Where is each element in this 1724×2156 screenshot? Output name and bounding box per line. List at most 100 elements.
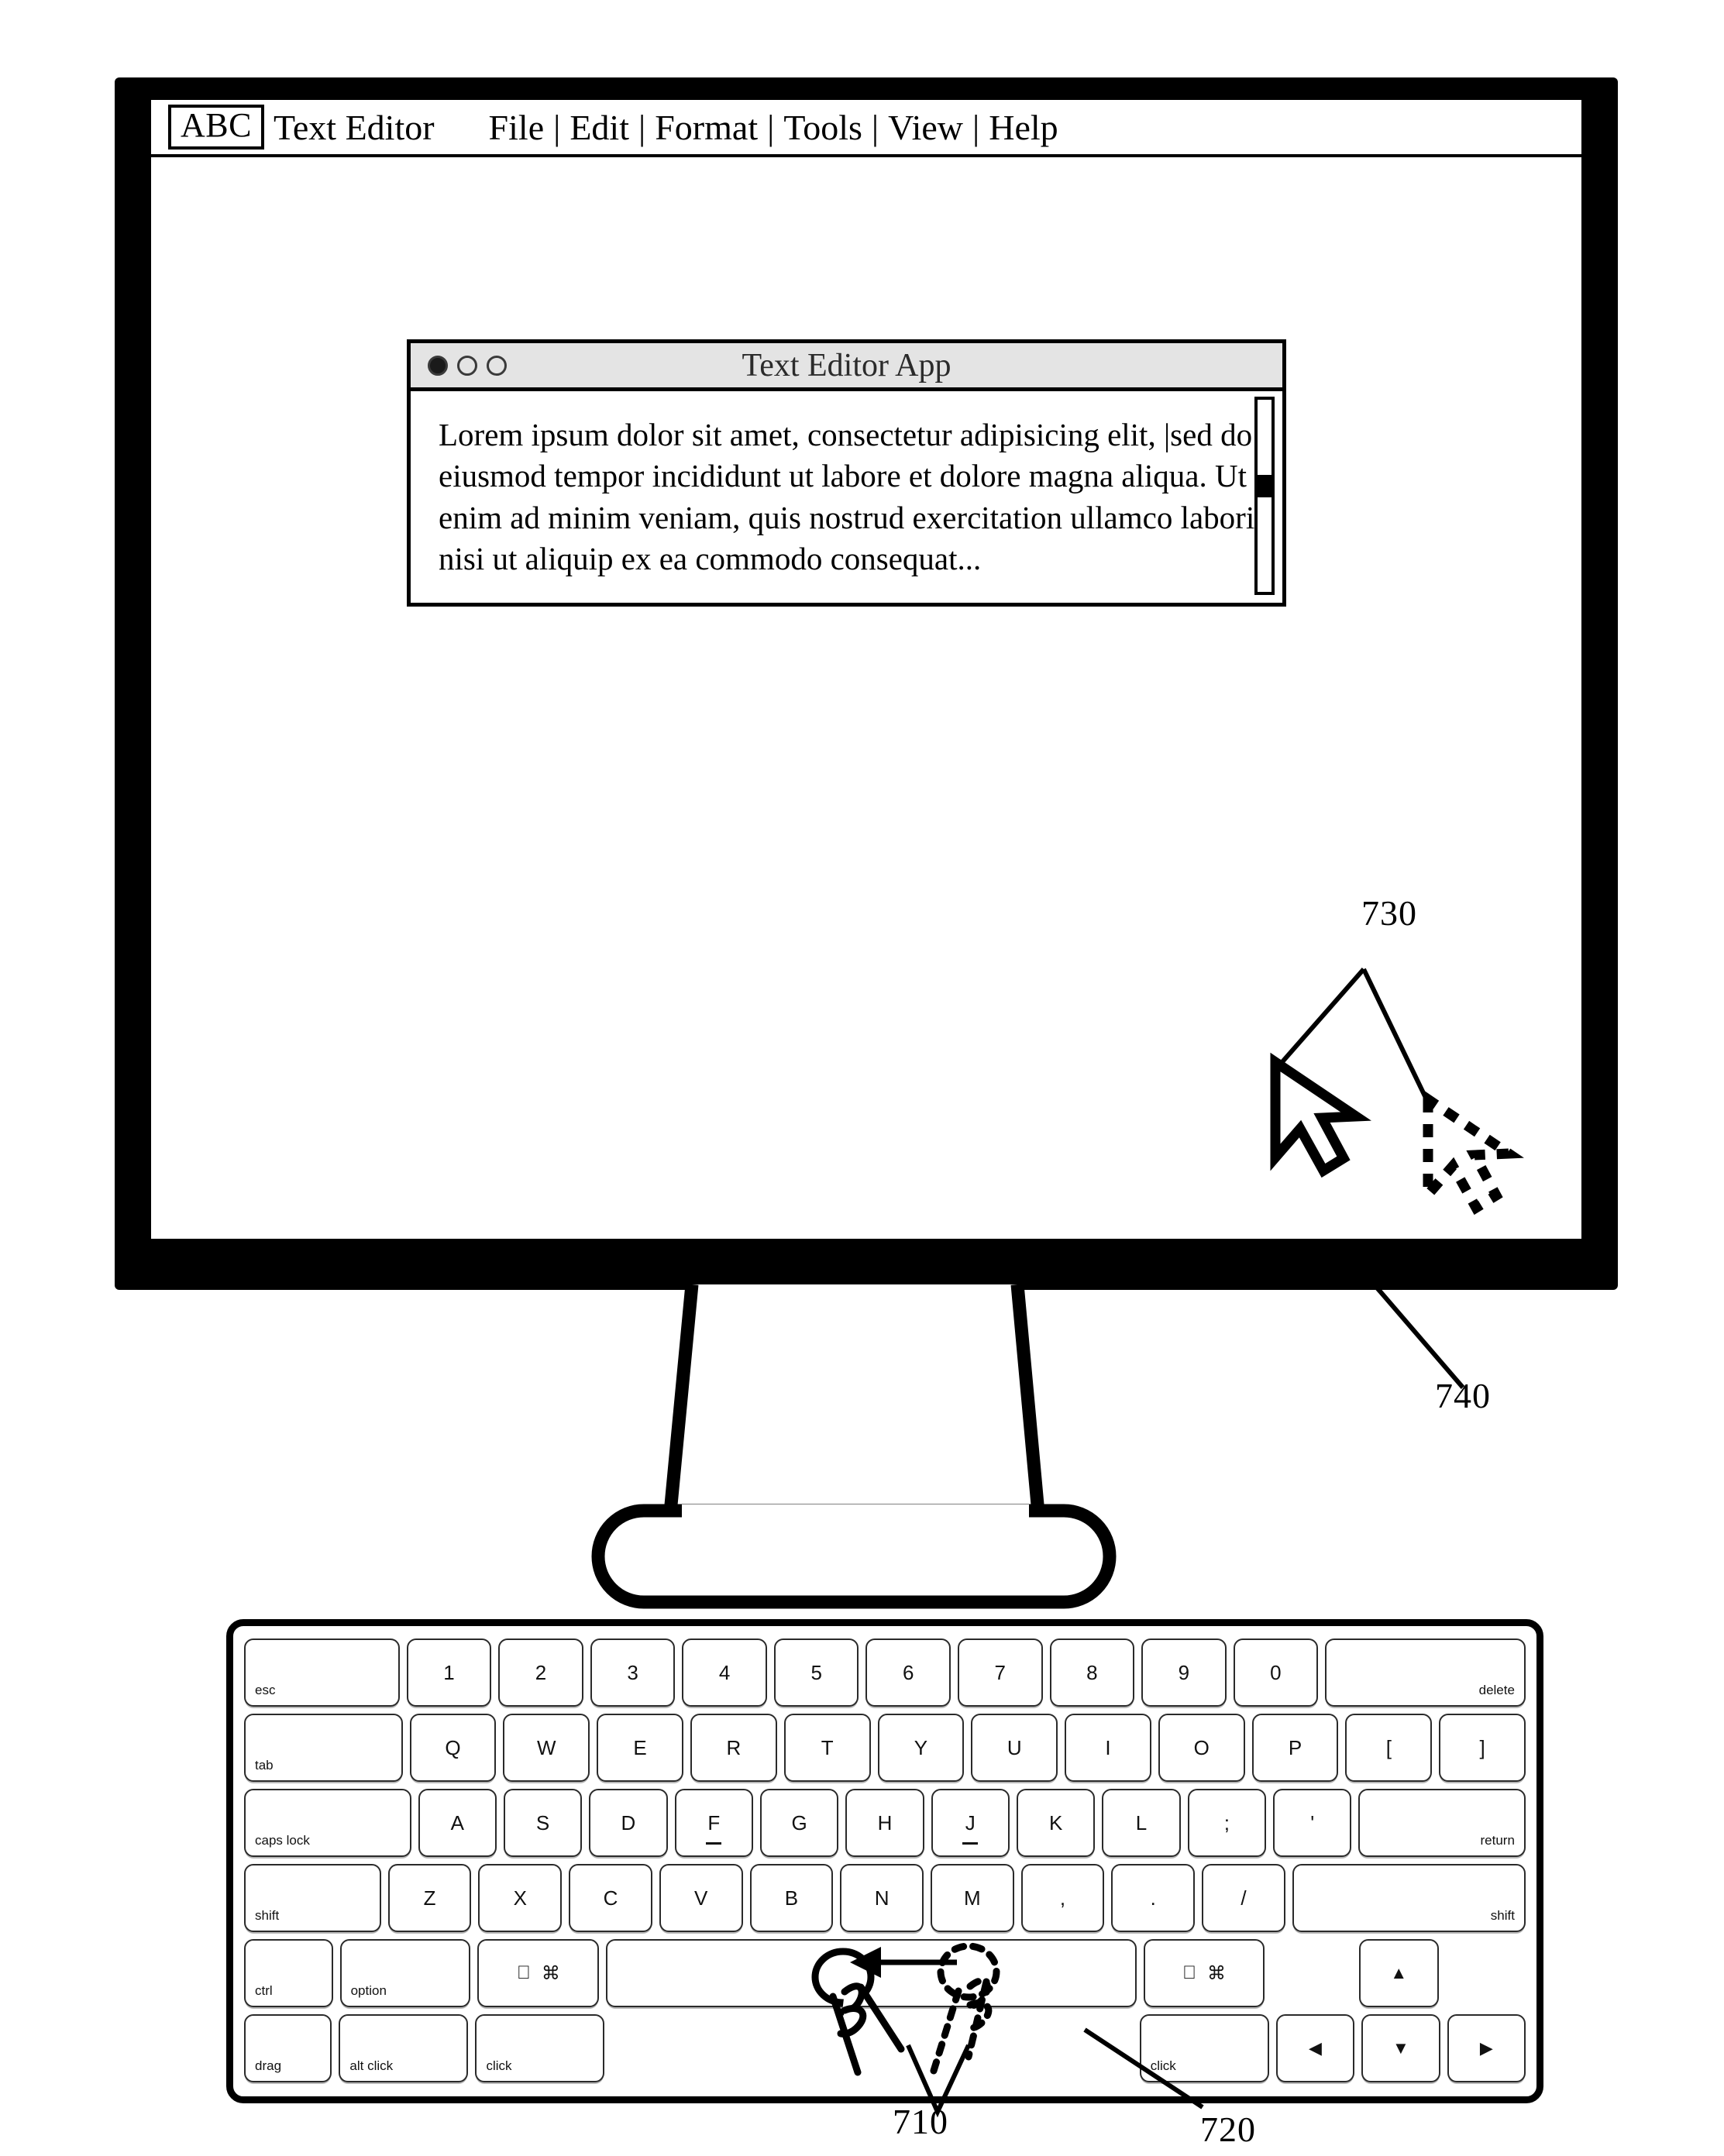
key-2[interactable]: 2 [498,1638,583,1707]
stand-neck [662,1284,1046,1520]
key-drag[interactable]: drag [244,2014,332,2082]
minimize-button[interactable] [457,355,477,376]
app-window-body: Lorem ipsum dolor sit amet, consectetur … [411,391,1282,603]
scrollbar-thumb[interactable] [1258,474,1271,498]
key-z[interactable]: Z [387,1864,472,1932]
key-option[interactable]: option [339,1939,471,2007]
key-l[interactable]: L [1102,1789,1181,1857]
mouse-cursor-ghost [1423,1089,1524,1216]
key-m[interactable]: M [930,1864,1014,1932]
menu-item-tools[interactable]: Tools [776,107,870,148]
key-q[interactable]: Q [409,1714,497,1782]
key-h[interactable]: H [845,1789,924,1857]
key-s[interactable]: S [503,1789,583,1857]
window-controls [428,355,507,376]
menu-item-format[interactable]: Format [647,107,766,148]
key-comma[interactable]: , [1020,1864,1105,1932]
app-window-title: Text Editor App [742,347,951,383]
apple-icon:  [517,1962,531,1984]
key-o[interactable]: O [1158,1714,1245,1782]
key-r[interactable]: R [690,1714,777,1782]
key-b[interactable]: B [749,1864,834,1932]
key-t[interactable]: T [783,1714,871,1782]
key-j[interactable]: J [931,1789,1010,1857]
key-9[interactable]: 9 [1141,1638,1227,1707]
key-4[interactable]: 4 [682,1638,767,1707]
key-click-left[interactable]: click [475,2014,605,2082]
key-f[interactable]: F [674,1789,753,1857]
key-delete[interactable]: delete [1325,1638,1526,1707]
key-6[interactable]: 6 [865,1638,951,1707]
key-f-label: F [707,1810,721,1834]
key-a[interactable]: A [418,1789,497,1857]
menu-separator: | [871,107,879,147]
menu-item-file[interactable]: File [481,107,552,148]
document-text[interactable]: Lorem ipsum dolor sit amet, consectetur … [411,391,1282,603]
key-arrow-up[interactable]: ▲ [1358,1939,1439,2007]
reference-label-720: 720 [1200,2110,1256,2149]
menu-item-view[interactable]: View [880,107,971,148]
key-v[interactable]: V [659,1864,743,1932]
home-row-indicator-f [706,1842,722,1845]
close-button[interactable] [428,355,448,376]
key-shift-left[interactable]: shift [244,1864,381,1932]
key-e[interactable]: E [597,1714,683,1782]
key-w[interactable]: W [503,1714,590,1782]
key-n[interactable]: N [840,1864,924,1932]
key-i[interactable]: I [1065,1714,1151,1782]
vertical-scrollbar[interactable] [1254,397,1275,595]
monitor-device: ABC Text Editor File | Edit | Format | T… [115,77,1618,1290]
key-bracket-right[interactable]: ] [1439,1714,1526,1782]
key-apostrophe[interactable]: ' [1273,1789,1352,1857]
key-7[interactable]: 7 [958,1638,1043,1707]
key-p[interactable]: P [1251,1714,1339,1782]
key-3[interactable]: 3 [590,1638,676,1707]
key-semicolon[interactable]: ; [1187,1789,1266,1857]
key-d[interactable]: D [589,1789,668,1857]
menu-item-help[interactable]: Help [981,107,1065,148]
key-y[interactable]: Y [877,1714,965,1782]
key-1[interactable]: 1 [406,1638,492,1707]
key-ctrl[interactable]: ctrl [244,1939,333,2007]
keyboard-row-shift: shift Z X C V B N M , . / shift [244,1864,1526,1932]
key-u[interactable]: U [971,1714,1058,1782]
key-g[interactable]: G [759,1789,839,1857]
menu-item-edit[interactable]: Edit [562,107,637,148]
key-return[interactable]: return [1358,1789,1526,1857]
key-arrow-down[interactable]: ▼ [1361,2014,1440,2082]
key-0[interactable]: 0 [1233,1638,1319,1707]
keyboard-device: esc 1 2 3 4 5 6 7 8 9 0 delete tab Q W E… [226,1619,1543,2103]
key-command-left[interactable]:  ⌘ [477,1939,600,2007]
key-k[interactable]: K [1016,1789,1096,1857]
key-spacebar[interactable] [606,1939,1137,2007]
command-icon: ⌘ [1199,1962,1226,1984]
key-5[interactable]: 5 [773,1638,859,1707]
key-slash[interactable]: / [1202,1864,1285,1932]
monitor-stand [542,1278,1185,1611]
menu-separator: | [972,107,980,147]
key-command-right[interactable]:  ⌘ [1143,1939,1265,2007]
menu-separator: | [638,107,646,147]
mouse-cursor-solid [1270,1052,1371,1178]
cursor-illustration-group [1247,921,1581,1231]
key-bracket-left[interactable]: [ [1345,1714,1433,1782]
key-period[interactable]: . [1111,1864,1196,1932]
key-alt-click[interactable]: alt click [339,2014,469,2082]
reference-label-740: 740 [1435,1376,1491,1415]
key-x[interactable]: X [478,1864,563,1932]
key-8[interactable]: 8 [1049,1638,1135,1707]
app-title-bar[interactable]: Text Editor App [411,343,1282,391]
key-caps-lock[interactable]: caps lock [244,1789,411,1857]
keyboard-row-modifiers: ctrl option  ⌘  ⌘ ▲ [244,1939,1526,2007]
key-tab[interactable]: tab [244,1714,403,1782]
key-c[interactable]: C [569,1864,652,1932]
zoom-button[interactable] [487,355,507,376]
key-shift-right[interactable]: shift [1292,1864,1526,1932]
key-esc[interactable]: esc [244,1638,400,1707]
leader-line-710 [906,2044,971,2118]
key-j-label: J [965,1810,976,1834]
keyboard-row-qwerty: tab Q W E R T Y U I O P [ ] [244,1714,1526,1782]
key-arrow-left[interactable]: ◀ [1275,2014,1355,2082]
key-arrow-right[interactable]: ▶ [1447,2014,1526,2082]
cursor-group-svg [1270,968,1524,1216]
